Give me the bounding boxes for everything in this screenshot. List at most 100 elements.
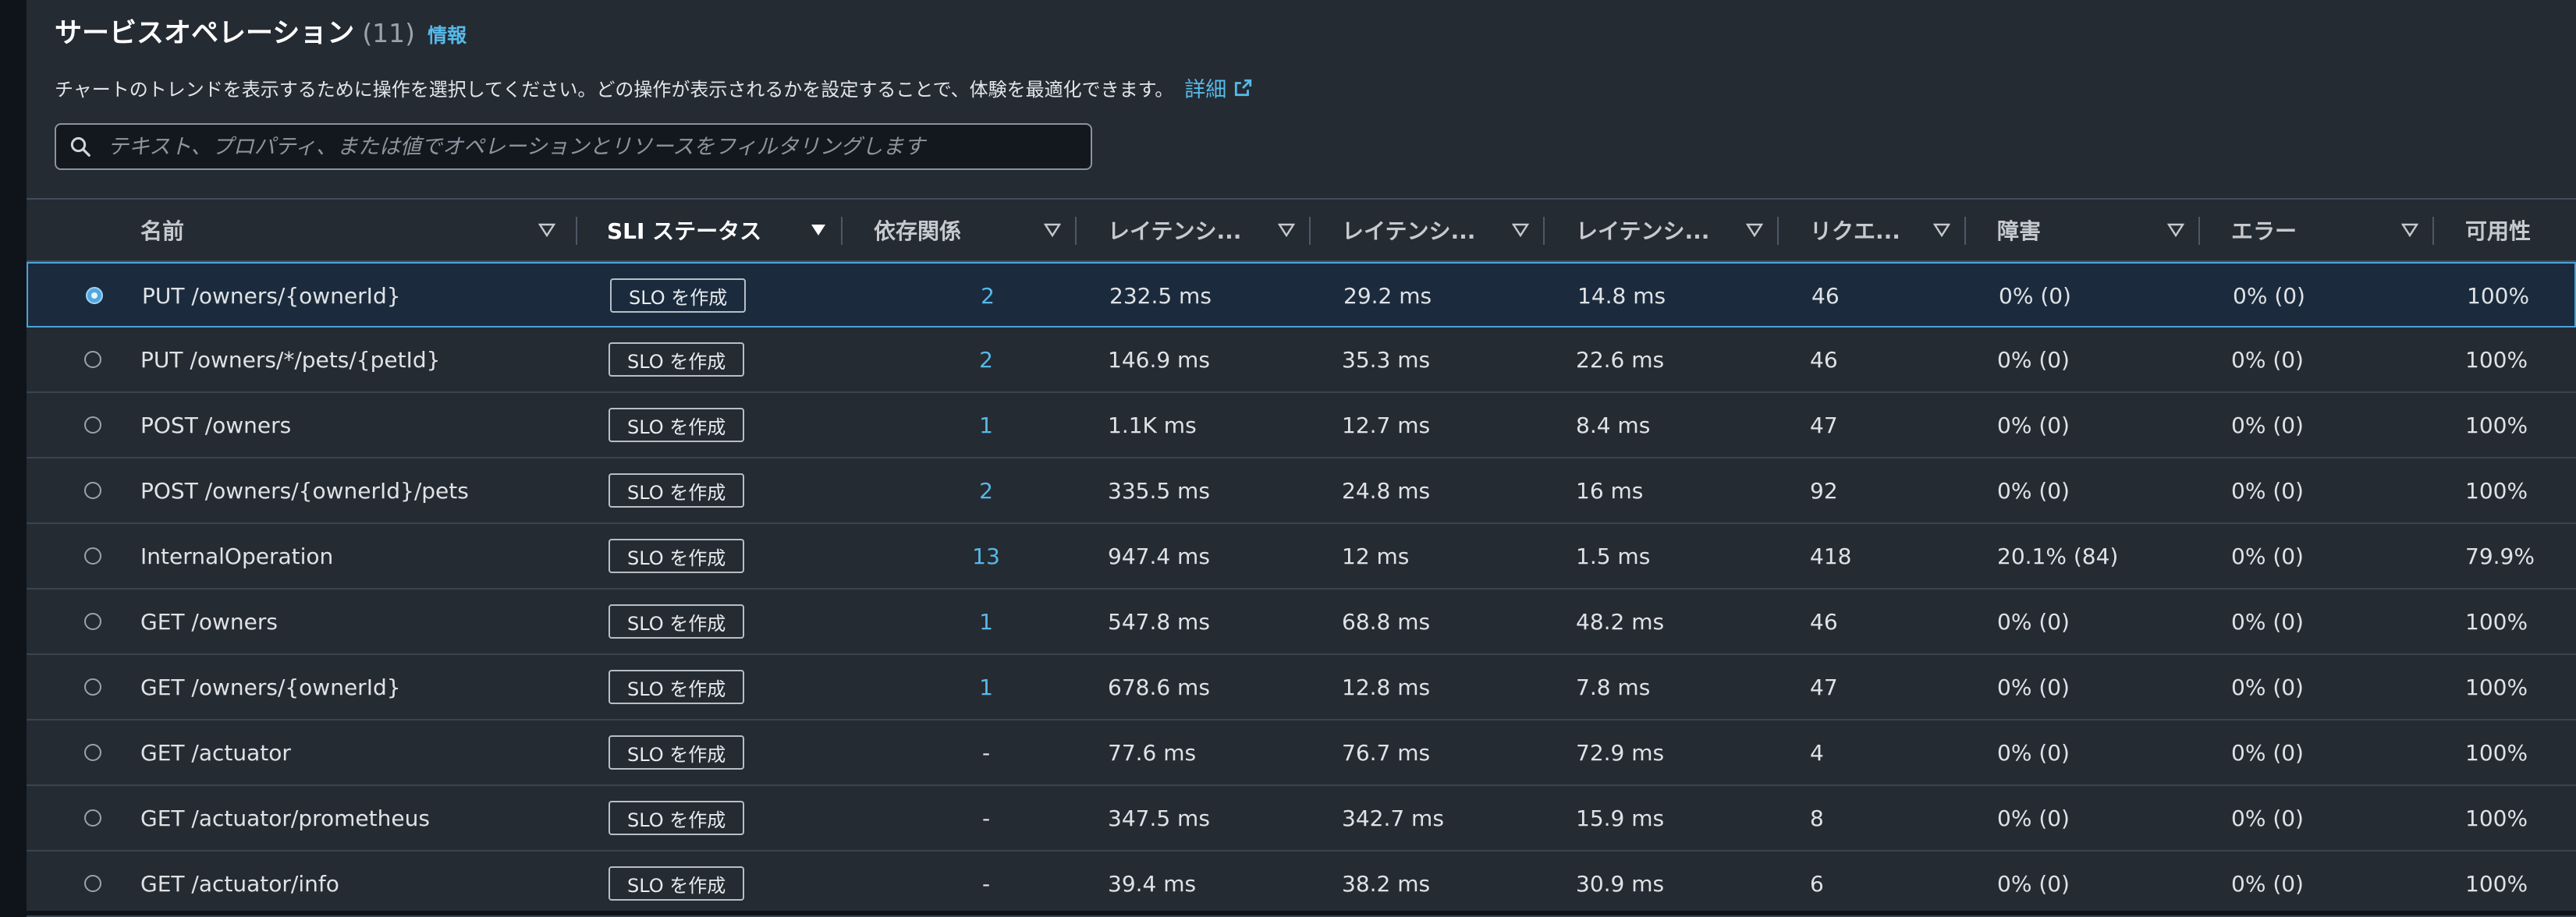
column-header-dependencies[interactable]: 依存関係 [874,200,1069,260]
errors-value: 0% (0) [2231,477,2304,504]
row-radio-button[interactable] [84,482,101,499]
row-radio-button[interactable] [84,547,101,565]
faults-value: 0% (0) [1997,412,2070,438]
row-select-cell[interactable] [84,328,101,391]
row-select-cell[interactable] [86,264,103,328]
table-row[interactable]: PUT /owners/{ownerId} SLO を作成 2 232.5 ms 29.… [27,262,2576,328]
row-radio-button[interactable] [84,744,101,761]
latency-2-value: 342.7 ms [1342,805,1444,831]
availability-value: 100% [2465,477,2528,504]
sort-icon[interactable] [1933,223,1950,237]
availability-value: 100% [2465,346,2528,373]
latency-3-value: 1.5 ms [1576,543,1651,569]
requests-value: 46 [1811,282,1840,309]
table-row[interactable]: PUT /owners/*/pets/{petId} SLO を作成 2 146.9 … [27,328,2576,393]
row-select-cell[interactable] [84,720,101,784]
errors-value: 0% (0) [2231,739,2304,766]
errors-value: 0% (0) [2231,674,2304,700]
table-header: 名前 SLI ステータス 依存関係 レイテンシ... レイテンシ... レイテン… [27,198,2576,262]
create-slo-button[interactable]: SLO を作成 [609,801,745,835]
column-header-errors[interactable]: エラー [2231,200,2387,260]
row-radio-button[interactable] [84,678,101,696]
dependencies-count[interactable]: 2 [979,347,993,373]
create-slo-button[interactable]: SLO を作成 [609,866,745,901]
dependencies-count[interactable]: 2 [981,283,995,309]
sort-icon[interactable] [1278,223,1295,237]
row-radio-button[interactable] [84,351,101,368]
row-select-cell[interactable] [84,393,101,457]
page-title: サービスオペレーション [55,18,355,49]
table-row[interactable]: GET /actuator SLO を作成 - 77.6 ms 76.7 ms 72.9 … [27,720,2576,786]
dependencies-cell: 2 [877,458,1095,522]
create-slo-button[interactable]: SLO を作成 [609,473,745,508]
row-radio-button[interactable] [86,287,103,304]
table-row[interactable]: GET /actuator/info SLO を作成 - 39.4 ms 38.2 ms… [27,852,2576,917]
sort-descending-icon[interactable] [810,223,827,237]
panel-description: チャートのトレンドを表示するために操作を選択してください。どの操作が表示されるか… [55,79,1174,101]
column-divider [2432,217,2434,245]
column-header-faults[interactable]: 障害 [1997,200,2153,260]
filter-input[interactable] [106,133,1091,160]
dependencies-cell: 1 [877,655,1095,719]
dependencies-count[interactable]: 1 [979,609,993,635]
filter-search-box[interactable] [55,123,1092,170]
sort-icon[interactable] [538,223,555,237]
slo-cell: SLO を作成 [609,852,745,915]
column-header-latency-2[interactable]: レイテンシ... [1342,200,1529,260]
dependencies-count[interactable]: 1 [979,674,993,700]
table-row[interactable]: GET /owners SLO を作成 1 547.8 ms 68.8 ms 48.2 m… [27,590,2576,655]
sort-icon[interactable] [2401,223,2418,237]
sort-icon[interactable] [1746,223,1763,237]
latency-3-value: 48.2 ms [1576,608,1665,635]
create-slo-button[interactable]: SLO を作成 [609,539,745,573]
dependencies-count[interactable]: 1 [979,412,993,438]
sort-icon[interactable] [2167,223,2184,237]
sort-icon[interactable] [1044,223,1061,237]
availability-value: 100% [2465,870,2528,897]
errors-value: 0% (0) [2233,282,2305,309]
latency-1-value: 39.4 ms [1108,870,1197,897]
slo-cell: SLO を作成 [609,655,745,719]
row-select-cell[interactable] [84,786,101,850]
column-header-name[interactable]: 名前 [140,200,593,260]
dependencies-cell: 1 [877,393,1095,457]
create-slo-button[interactable]: SLO を作成 [609,670,745,704]
create-slo-button[interactable]: SLO を作成 [610,278,747,313]
dependencies-cell: 1 [877,590,1095,653]
errors-value: 0% (0) [2231,805,2304,831]
table-row[interactable]: InternalOperation SLO を作成 13 947.4 ms 12 ms 1… [27,524,2576,590]
detail-link[interactable]: 詳細 [1184,73,1253,103]
row-select-cell[interactable] [84,458,101,522]
create-slo-button[interactable]: SLO を作成 [609,408,745,442]
table-row[interactable]: GET /actuator/prometheus SLO を作成 - 347.5 ms… [27,786,2576,852]
column-header-latency-3[interactable]: レイテンシ... [1576,200,1763,260]
column-header-sli-status[interactable]: SLI ステータス [607,200,841,260]
table-row[interactable]: GET /owners/{ownerId} SLO を作成 1 678.6 ms 12.… [27,655,2576,720]
create-slo-button[interactable]: SLO を作成 [609,735,745,770]
row-radio-button[interactable] [84,416,101,434]
table-row[interactable]: POST /owners SLO を作成 1 1.1K ms 12.7 ms 8.4 ms… [27,393,2576,458]
operation-name: PUT /owners/*/pets/{petId} [140,346,441,373]
sort-icon[interactable] [1512,223,1529,237]
column-header-requests[interactable]: リクエ... [1810,200,1950,260]
row-radio-button[interactable] [84,613,101,630]
row-select-cell[interactable] [84,590,101,653]
errors-value: 0% (0) [2231,608,2304,635]
row-radio-button[interactable] [84,809,101,827]
errors-value: 0% (0) [2231,870,2304,897]
table-row[interactable]: POST /owners/{ownerId}/pets SLO を作成 2 335.5… [27,458,2576,524]
row-select-cell[interactable] [84,852,101,915]
row-radio-button[interactable] [84,875,101,892]
dependencies-count[interactable]: 2 [979,478,993,504]
dependencies-cell: - [877,720,1095,784]
latency-1-value: 335.5 ms [1108,477,1210,504]
column-header-availability[interactable]: 可用性 [2465,200,2574,260]
row-select-cell[interactable] [84,655,101,719]
column-header-latency-1[interactable]: レイテンシ... [1108,200,1295,260]
row-select-cell[interactable] [84,524,101,588]
create-slo-button[interactable]: SLO を作成 [609,604,745,639]
dependencies-count[interactable]: 13 [972,543,1000,569]
info-link[interactable]: 情報 [428,20,467,48]
create-slo-button[interactable]: SLO を作成 [609,342,745,377]
errors-value: 0% (0) [2231,346,2304,373]
